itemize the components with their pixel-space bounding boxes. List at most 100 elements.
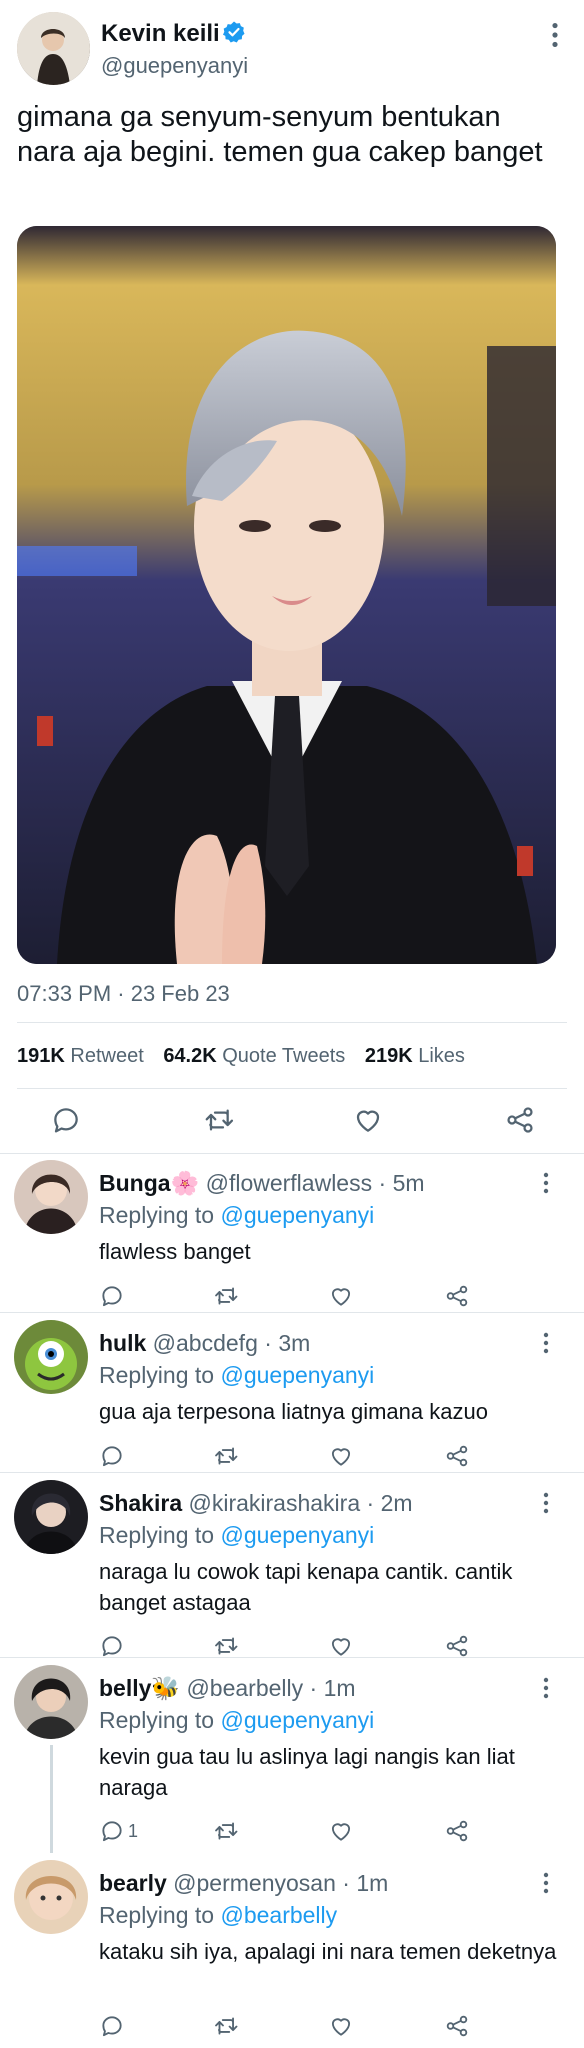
reply-icon[interactable] bbox=[99, 1443, 125, 1469]
retweet-count[interactable]: 191K bbox=[17, 1045, 65, 1067]
reply-author-handle[interactable]: @bearbelly bbox=[186, 1675, 303, 1701]
share-icon[interactable] bbox=[444, 1818, 470, 1844]
like-label[interactable]: Likes bbox=[418, 1045, 465, 1067]
more-icon[interactable] bbox=[540, 1677, 552, 1699]
quote-count[interactable]: 64.2K bbox=[163, 1045, 216, 1067]
share-icon[interactable] bbox=[444, 2013, 470, 2039]
reply-avatar[interactable] bbox=[14, 1160, 88, 1234]
divider bbox=[17, 1088, 567, 1089]
reply-icon[interactable] bbox=[99, 1283, 125, 1309]
share-icon[interactable] bbox=[504, 1104, 536, 1136]
heart-icon[interactable] bbox=[352, 1104, 384, 1136]
reply-time[interactable]: 2m bbox=[381, 1490, 413, 1516]
thread-connector bbox=[50, 1745, 53, 1853]
author-name[interactable]: Kevin keili bbox=[101, 20, 220, 48]
replying-to: Replying to @guepenyanyi bbox=[99, 1522, 374, 1549]
reply-name-emoji: 🐝 bbox=[151, 1675, 181, 1701]
more-icon[interactable] bbox=[540, 1332, 552, 1354]
reply-time[interactable]: 1m bbox=[324, 1675, 356, 1701]
reply-icon[interactable] bbox=[99, 1633, 125, 1659]
heart-icon[interactable] bbox=[328, 1818, 354, 1844]
reply-author-name[interactable]: Bunga bbox=[99, 1170, 171, 1196]
replying-label: Replying to bbox=[99, 1362, 215, 1388]
reply-header: Bunga🌸 @flowerflawless · 5m bbox=[99, 1170, 425, 1196]
heart-icon[interactable] bbox=[328, 1633, 354, 1659]
tweet-timestamp[interactable]: 07:33 PM · 23 Feb 23 bbox=[17, 981, 230, 1007]
verified-badge-icon bbox=[223, 21, 245, 43]
author-handle[interactable]: @guepenyanyi bbox=[101, 53, 248, 79]
reply-count: 1 bbox=[128, 1821, 139, 1841]
author-avatar[interactable] bbox=[17, 12, 90, 85]
divider bbox=[0, 1657, 584, 1658]
reply-avatar[interactable] bbox=[14, 1665, 88, 1739]
reply-header: Shakira @kirakirashakira · 2m bbox=[99, 1490, 413, 1516]
retweet-icon[interactable] bbox=[213, 1818, 239, 1844]
replying-mention[interactable]: @guepenyanyi bbox=[220, 1362, 374, 1388]
more-icon[interactable] bbox=[540, 1492, 552, 1514]
divider bbox=[17, 1022, 567, 1023]
more-icon[interactable] bbox=[548, 22, 562, 48]
more-icon[interactable] bbox=[540, 1172, 552, 1194]
photo-illustration bbox=[17, 226, 556, 964]
tweet-text: gimana ga senyum-senyum bentukan nara aj… bbox=[17, 101, 543, 168]
replying-to: Replying to @bearbelly bbox=[99, 1902, 337, 1929]
more-icon[interactable] bbox=[540, 1872, 552, 1894]
reply-avatar[interactable] bbox=[14, 1320, 88, 1394]
heart-icon[interactable] bbox=[328, 1283, 354, 1309]
reply-time[interactable]: 5m bbox=[393, 1170, 425, 1196]
reply-time[interactable]: 1m bbox=[356, 1870, 388, 1896]
reply-header: hulk @abcdefg · 3m bbox=[99, 1330, 311, 1356]
retweet-label[interactable]: Retweet bbox=[70, 1045, 143, 1067]
reply-icon[interactable] bbox=[99, 2013, 125, 2039]
quote-label[interactable]: Quote Tweets bbox=[222, 1045, 345, 1067]
reply-text: kevin gua tau lu aslinya lagi nangis kan… bbox=[99, 1744, 515, 1800]
reply-icon[interactable] bbox=[99, 1818, 125, 1844]
share-icon[interactable] bbox=[444, 1633, 470, 1659]
replying-label: Replying to bbox=[99, 1202, 215, 1228]
reply-author-handle[interactable]: @kirakirashakira bbox=[189, 1490, 361, 1516]
replying-label: Replying to bbox=[99, 1707, 215, 1733]
like-count[interactable]: 219K bbox=[365, 1045, 413, 1067]
reply-author-name[interactable]: Shakira bbox=[99, 1490, 182, 1516]
reply-text: flawless banget bbox=[99, 1239, 251, 1264]
tweet-stats: 191K Retweet 64.2K Quote Tweets 219K Lik… bbox=[17, 1045, 465, 1068]
tweet-photo[interactable] bbox=[17, 226, 556, 964]
replying-label: Replying to bbox=[99, 1902, 215, 1928]
divider bbox=[0, 1153, 584, 1154]
reply-author-handle[interactable]: @abcdefg bbox=[153, 1330, 258, 1356]
replying-to: Replying to @guepenyanyi bbox=[99, 1362, 374, 1389]
replying-to: Replying to @guepenyanyi bbox=[99, 1202, 374, 1229]
reply-time[interactable]: 3m bbox=[278, 1330, 310, 1356]
reply-header: belly🐝 @bearbelly · 1m bbox=[99, 1675, 356, 1701]
reply-header: bearly @permenyosan · 1m bbox=[99, 1870, 389, 1896]
reply-avatar[interactable] bbox=[14, 1480, 88, 1554]
divider bbox=[0, 1472, 584, 1473]
replying-mention[interactable]: @guepenyanyi bbox=[220, 1707, 374, 1733]
retweet-icon[interactable] bbox=[213, 1283, 239, 1309]
reply-author-name[interactable]: bearly bbox=[99, 1870, 167, 1896]
reply-name-emoji: 🌸 bbox=[170, 1170, 200, 1196]
retweet-icon[interactable] bbox=[213, 1633, 239, 1659]
heart-icon[interactable] bbox=[328, 1443, 354, 1469]
reply-avatar[interactable] bbox=[14, 1860, 88, 1934]
reply-text: kataku sih iya, apalagi ini nara temen d… bbox=[99, 1939, 557, 1964]
divider bbox=[0, 1312, 584, 1313]
retweet-icon[interactable] bbox=[213, 1443, 239, 1469]
reply-text: gua aja terpesona liatnya gimana kazuo bbox=[99, 1399, 488, 1424]
reply-text: naraga lu cowok tapi kenapa cantik. cant… bbox=[99, 1559, 513, 1615]
reply-author-handle[interactable]: @flowerflawless bbox=[206, 1170, 373, 1196]
share-icon[interactable] bbox=[444, 1443, 470, 1469]
heart-icon[interactable] bbox=[328, 2013, 354, 2039]
reply-author-handle[interactable]: @permenyosan bbox=[173, 1870, 336, 1896]
replying-mention[interactable]: @guepenyanyi bbox=[220, 1202, 374, 1228]
retweet-icon[interactable] bbox=[213, 2013, 239, 2039]
replying-mention[interactable]: @bearbelly bbox=[220, 1902, 337, 1928]
replying-label: Replying to bbox=[99, 1522, 215, 1548]
replying-mention[interactable]: @guepenyanyi bbox=[220, 1522, 374, 1548]
reply-icon[interactable] bbox=[50, 1104, 82, 1136]
replying-to: Replying to @guepenyanyi bbox=[99, 1707, 374, 1734]
retweet-icon[interactable] bbox=[203, 1104, 235, 1136]
reply-author-name[interactable]: hulk bbox=[99, 1330, 146, 1356]
reply-author-name[interactable]: belly bbox=[99, 1675, 151, 1701]
share-icon[interactable] bbox=[444, 1283, 470, 1309]
